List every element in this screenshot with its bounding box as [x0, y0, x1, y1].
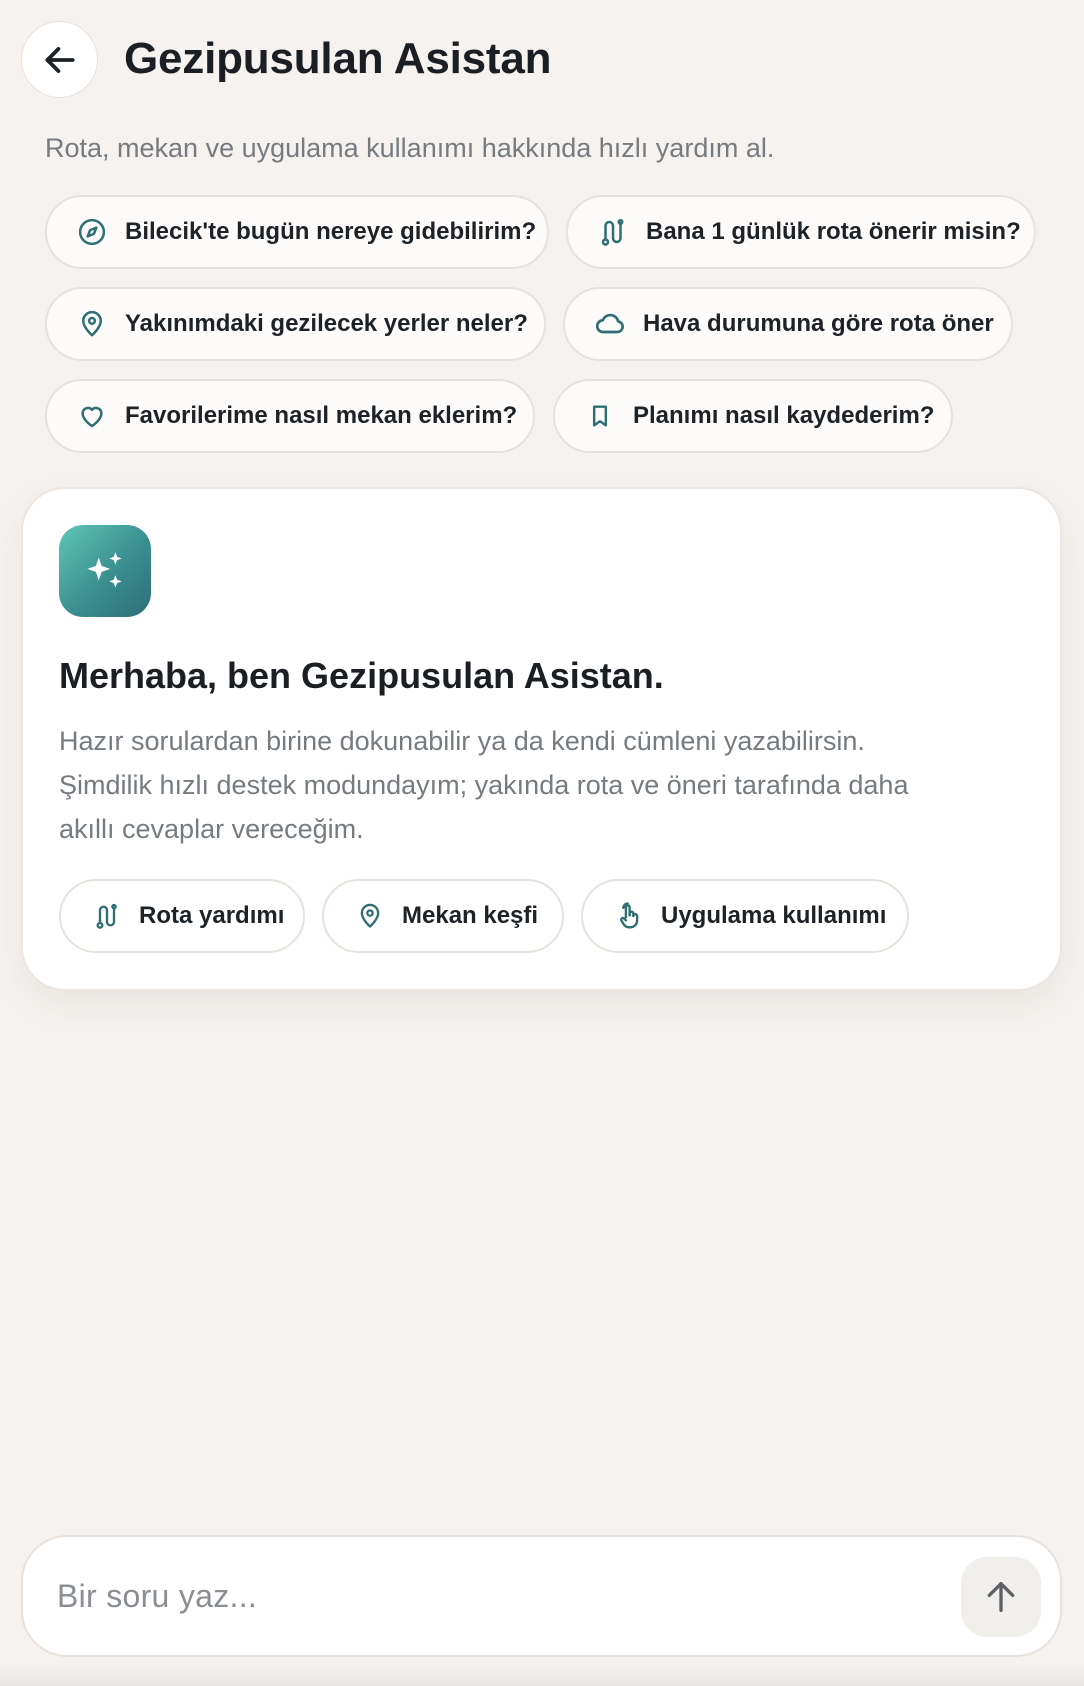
suggestion-chip-bilecik-today[interactable]: Bilecik'te bugün nereye gidebilirim?	[45, 195, 549, 269]
suggestion-chip-nearby-places[interactable]: Yakınımdaki gezilecek yerler neler?	[45, 287, 546, 361]
welcome-text-line: Hazır sorulardan birine dokunabilir ya d…	[59, 726, 865, 756]
back-button[interactable]	[21, 21, 98, 98]
suggestion-chip-label: Planımı nasıl kaydederim?	[633, 402, 935, 429]
assistant-badge	[59, 525, 151, 617]
suggestion-chip-label: Favorilerime nasıl mekan eklerim?	[125, 402, 518, 429]
route-icon	[596, 215, 630, 249]
arrow-left-icon	[44, 46, 75, 73]
heart-icon	[75, 399, 109, 433]
header: Gezipusulan Asistan	[0, 0, 1084, 120]
welcome-text-line: Şimdilik hızlı destek modundayım; yakınd…	[59, 770, 909, 800]
tag-label: Rota yardımı	[139, 902, 285, 929]
suggestion-chip-label: Bana 1 günlük rota önerir misin?	[646, 218, 1021, 245]
arrow-up-icon	[987, 1582, 1015, 1612]
message-input[interactable]	[57, 1567, 937, 1625]
welcome-title: Merhaba, ben Gezipusulan Asistan.	[59, 655, 664, 696]
welcome-card: Merhaba, ben Gezipusulan Asistan. Hazır …	[21, 487, 1062, 991]
send-button[interactable]	[961, 1557, 1041, 1637]
tag-place-discovery[interactable]: Mekan keşfi	[322, 879, 564, 953]
bookmark-icon	[583, 399, 617, 433]
suggestion-chip-save-plan[interactable]: Planımı nasıl kaydederim?	[553, 379, 953, 453]
welcome-text: Hazır sorulardan birine dokunabilir ya d…	[59, 719, 1019, 851]
suggestion-chip-weather-route[interactable]: Hava durumuna göre rota öner	[563, 287, 1013, 361]
map-pin-icon	[354, 900, 386, 932]
route-icon	[91, 900, 123, 932]
tag-route-help[interactable]: Rota yardımı	[59, 879, 305, 953]
tag-label: Uygulama kullanımı	[661, 902, 887, 929]
sparkles-icon	[87, 552, 122, 588]
page-title: Gezipusulan Asistan	[124, 34, 552, 83]
suggestion-chip-label: Hava durumuna göre rota öner	[643, 310, 994, 337]
message-composer	[21, 1535, 1062, 1657]
tag-app-usage[interactable]: Uygulama kullanımı	[581, 879, 909, 953]
bottom-edge	[0, 1664, 1084, 1686]
welcome-text-line: akıllı cevaplar vereceğim.	[59, 814, 364, 844]
page-subtitle: Rota, mekan ve uygulama kullanımı hakkın…	[45, 133, 775, 163]
tag-label: Mekan keşfi	[402, 902, 539, 929]
suggestion-chip-label: Bilecik'te bugün nereye gidebilirim?	[125, 218, 537, 245]
suggestion-chip-add-favorites[interactable]: Favorilerime nasıl mekan eklerim?	[45, 379, 535, 453]
hand-pointer-icon	[613, 900, 645, 932]
compass-icon	[75, 215, 109, 249]
cloud-icon	[593, 307, 627, 341]
map-pin-icon	[75, 307, 109, 341]
suggestion-chip-label: Yakınımdaki gezilecek yerler neler?	[125, 310, 528, 337]
suggestion-chip-one-day-route[interactable]: Bana 1 günlük rota önerir misin?	[566, 195, 1036, 269]
